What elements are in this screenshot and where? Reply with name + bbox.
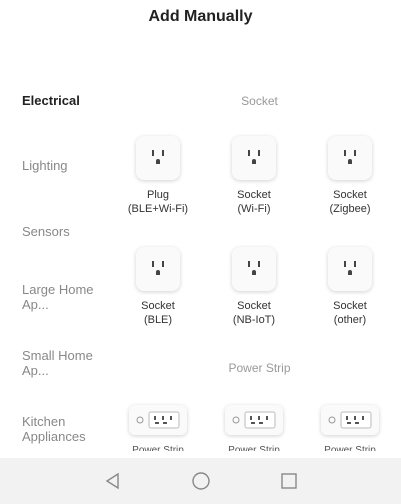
device-label: Power Strip — [228, 445, 280, 451]
device-tile-socket-zigbee[interactable]: Socket (Zigbee) — [305, 136, 395, 216]
sidebar-item-label: Sensors — [22, 224, 70, 239]
device-tile-power-strip[interactable]: Power Strip — [209, 405, 299, 451]
power-strip-icon — [129, 405, 187, 435]
sidebar-item-kitchen-appliances[interactable]: Kitchen Appliances — [22, 414, 94, 444]
socket-icon — [136, 136, 180, 180]
device-label: Socket (other) — [333, 300, 367, 326]
sidebar-item-lighting[interactable]: Lighting — [22, 158, 68, 173]
device-tile-socket-ble[interactable]: Socket (BLE) — [113, 247, 203, 327]
navigation-bar — [0, 458, 401, 504]
sidebar-item-label: Lighting — [22, 158, 68, 173]
section-title-power-strip: Power Strip — [228, 361, 291, 375]
device-tile-power-strip[interactable]: Power Strip — [113, 405, 203, 451]
power-strip-icon — [225, 405, 283, 435]
socket-icon — [232, 247, 276, 291]
device-tile-socket-nb-iot[interactable]: Socket (NB-IoT) — [209, 247, 299, 327]
sidebar-item-label: Kitchen Appliances — [22, 414, 86, 444]
sidebar-item-sensors[interactable]: Sensors — [22, 224, 70, 239]
device-label: Power Strip — [132, 445, 184, 451]
back-icon[interactable] — [101, 469, 125, 493]
recents-icon[interactable] — [277, 469, 301, 493]
sidebar-item-label: Electrical — [22, 93, 80, 108]
socket-icon — [328, 247, 372, 291]
device-label: Power Strip — [324, 445, 376, 451]
device-label: Plug (BLE+Wi-Fi) — [127, 189, 189, 215]
power-strip-icon — [321, 405, 379, 435]
device-tile-socket-other[interactable]: Socket (other) — [305, 247, 395, 327]
socket-icon — [328, 136, 372, 180]
sidebar-item-electrical[interactable]: Electrical — [22, 93, 80, 108]
device-label: Socket (BLE) — [141, 300, 175, 326]
device-label: Socket (Wi-Fi) — [237, 189, 271, 215]
device-tile-plug-ble-wifi[interactable]: Plug (BLE+Wi-Fi) — [113, 136, 203, 216]
sidebar-item-label: Small Home Ap... — [22, 348, 93, 378]
section-title-socket: Socket — [241, 94, 278, 108]
socket-icon — [232, 136, 276, 180]
page-title: Add Manually — [148, 8, 253, 25]
sidebar-item-label: Large Home Ap... — [22, 282, 94, 312]
device-tile-socket-wifi[interactable]: Socket (Wi-Fi) — [209, 136, 299, 216]
sidebar-item-small-home-appliances[interactable]: Small Home Ap... — [22, 348, 94, 378]
home-icon[interactable] — [189, 469, 213, 493]
sidebar-item-large-home-appliances[interactable]: Large Home Ap... — [22, 282, 112, 312]
header: Add Manually — [0, 0, 401, 40]
socket-icon — [136, 247, 180, 291]
device-label: Socket (NB-IoT) — [232, 300, 276, 326]
device-tile-power-strip[interactable]: Power Strip — [305, 405, 395, 451]
device-label: Socket (Zigbee) — [329, 189, 371, 215]
